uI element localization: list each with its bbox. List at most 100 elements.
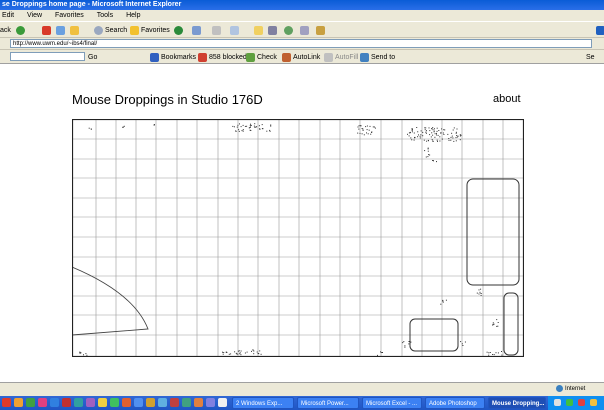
- quick-launch-icon[interactable]: [206, 398, 215, 407]
- tray-icon[interactable]: [566, 399, 573, 406]
- dropping-dot: [254, 126, 256, 128]
- quick-launch-icon[interactable]: [122, 398, 131, 407]
- folder-icon[interactable]: [254, 25, 265, 36]
- dropping-dot: [427, 148, 429, 150]
- google-search-input[interactable]: [10, 52, 85, 61]
- quick-launch-icon[interactable]: [14, 398, 23, 407]
- dropping-dot: [427, 150, 429, 152]
- quick-launch-icon[interactable]: [110, 398, 119, 407]
- quick-launch-icon[interactable]: [182, 398, 191, 407]
- menu-favorites[interactable]: Favorites: [55, 12, 84, 19]
- quick-launch-icon[interactable]: [146, 398, 155, 407]
- refresh-icon[interactable]: [56, 25, 67, 36]
- quick-launch-icon[interactable]: [98, 398, 107, 407]
- dropping-dot: [455, 132, 457, 134]
- dropping-dot: [461, 343, 463, 345]
- dropping-dot: [362, 129, 364, 131]
- quick-launch-icon[interactable]: [62, 398, 71, 407]
- dropping-dot: [464, 341, 466, 343]
- quick-launch-icon[interactable]: [218, 398, 227, 407]
- tray-icon[interactable]: [578, 399, 585, 406]
- dropping-dot: [414, 136, 416, 138]
- tray-icon[interactable]: [590, 399, 597, 406]
- dropping-dot: [417, 136, 419, 138]
- menu-help[interactable]: Help: [126, 12, 140, 19]
- quick-launch-icon[interactable]: [2, 398, 11, 407]
- home-icon[interactable]: [70, 25, 81, 36]
- dropping-dot: [432, 140, 434, 142]
- taskbar-button-photoshop[interactable]: Adobe Photoshop: [425, 397, 485, 409]
- dropping-dot: [438, 130, 440, 131]
- dropping-dot: [429, 134, 431, 136]
- quick-launch-icon[interactable]: [26, 398, 35, 407]
- dropping-dot: [478, 293, 480, 295]
- address-input[interactable]: http://www.uwm.edu/~ibs4/final/: [10, 39, 592, 48]
- quick-launch-icon[interactable]: [38, 398, 47, 407]
- dropping-dot: [366, 129, 368, 131]
- messenger-icon[interactable]: [284, 25, 295, 36]
- dropping-dot: [459, 134, 461, 136]
- google-search-label[interactable]: Se: [586, 52, 595, 63]
- quick-launch-icon[interactable]: [158, 398, 167, 407]
- quick-launch-icon[interactable]: [86, 398, 95, 407]
- check-button[interactable]: Check: [246, 52, 277, 63]
- menu-view[interactable]: View: [27, 12, 42, 19]
- dropping-dot: [253, 350, 255, 352]
- dropping-dot: [409, 131, 411, 133]
- about-link[interactable]: about: [493, 93, 521, 105]
- stop-icon[interactable]: [42, 25, 53, 36]
- quick-launch-icon[interactable]: [170, 398, 179, 407]
- dropping-dot: [410, 341, 412, 343]
- dropping-dot: [411, 129, 413, 131]
- address-bar: http://www.uwm.edu/~ibs4/final/: [0, 38, 604, 50]
- dropping-dot: [402, 342, 404, 344]
- taskbar-button-windows-explorer[interactable]: 2 Windows Exp...: [232, 397, 294, 409]
- autofill-button[interactable]: AutoFill: [324, 52, 358, 63]
- back-button[interactable]: ack: [0, 25, 11, 36]
- taskbar-button-excel[interactable]: Microsoft Excel - ...: [362, 397, 422, 409]
- favorites-button[interactable]: Favorites: [130, 25, 170, 36]
- dropping-dot: [419, 137, 421, 139]
- discuss-icon[interactable]: [300, 25, 311, 36]
- menu-tools[interactable]: Tools: [97, 12, 113, 19]
- dropping-dot: [225, 351, 227, 353]
- dropping-dot: [413, 132, 415, 134]
- taskbar-button-mouse-droppings[interactable]: Mouse Dropping...: [488, 397, 546, 409]
- search-button[interactable]: Search: [94, 25, 127, 36]
- print-icon[interactable]: [212, 25, 223, 36]
- quick-launch-icon[interactable]: [134, 398, 143, 407]
- dropping-dot: [432, 129, 434, 131]
- dropping-dot: [432, 160, 434, 161]
- dropping-dot: [443, 129, 445, 131]
- dropping-dot: [445, 299, 447, 301]
- tools-icon[interactable]: [316, 25, 327, 36]
- quick-launch-icon[interactable]: [74, 398, 83, 407]
- dropping-dot: [230, 353, 232, 355]
- mail-icon[interactable]: [192, 25, 203, 36]
- dropping-dot: [497, 322, 499, 323]
- back-arrow-icon[interactable]: [16, 25, 27, 36]
- menu-edit[interactable]: Edit: [2, 12, 14, 19]
- dropping-dot: [237, 353, 239, 355]
- dropping-dot: [493, 323, 495, 325]
- send-to-button[interactable]: Send to: [360, 52, 395, 63]
- quick-launch-icon[interactable]: [50, 398, 59, 407]
- google-go-button[interactable]: Go: [88, 52, 97, 63]
- dropping-dot: [256, 351, 258, 353]
- popup-blocked-button[interactable]: 858 blocked: [198, 52, 247, 63]
- media-icon[interactable]: [174, 25, 185, 36]
- tray-icon[interactable]: [554, 399, 561, 406]
- dropping-dot: [462, 345, 464, 346]
- dropping-dot: [432, 127, 434, 129]
- dropping-dot: [237, 124, 239, 126]
- bookmarks-button[interactable]: Bookmarks: [150, 52, 196, 63]
- research-icon[interactable]: [268, 25, 279, 36]
- autolink-button[interactable]: AutoLink: [282, 52, 320, 63]
- edit-icon[interactable]: [230, 25, 241, 36]
- dropping-dot: [411, 128, 413, 129]
- dropping-dot: [373, 126, 375, 128]
- taskbar-button-powerpoint[interactable]: Microsoft Power...: [297, 397, 359, 409]
- dropping-dot: [404, 346, 406, 348]
- dropping-dot: [377, 354, 378, 356]
- quick-launch-icon[interactable]: [194, 398, 203, 407]
